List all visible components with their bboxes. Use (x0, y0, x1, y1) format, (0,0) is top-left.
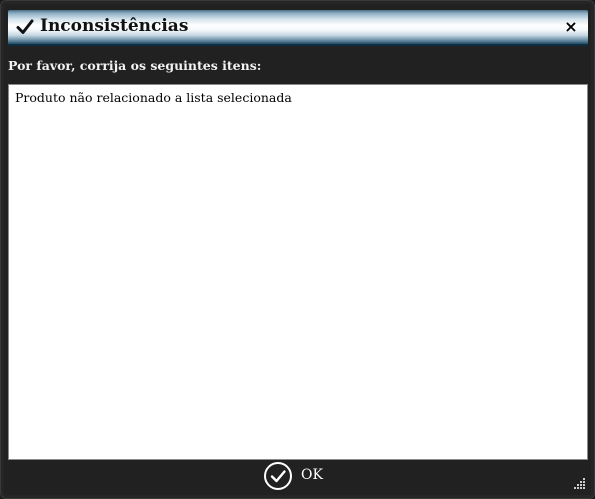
ok-button[interactable]: OK (263, 461, 333, 491)
instruction-text: Por favor, corrija os seguintes itens: (8, 58, 262, 73)
close-button[interactable]: × (562, 17, 580, 37)
message-item: Produto não relacionado a lista selecion… (15, 90, 292, 105)
circle-check-icon (264, 462, 292, 490)
ok-label: OK (301, 467, 323, 483)
check-icon (16, 19, 34, 34)
messages-list[interactable]: Produto não relacionado a lista selecion… (8, 84, 588, 460)
resize-grip-icon[interactable] (574, 478, 586, 490)
dialog-titlebar[interactable]: Inconsistências × (8, 10, 588, 46)
inconsistencies-dialog: Inconsistências × Por favor, corrija os … (0, 0, 595, 499)
dialog-title: Inconsistências (40, 16, 189, 36)
